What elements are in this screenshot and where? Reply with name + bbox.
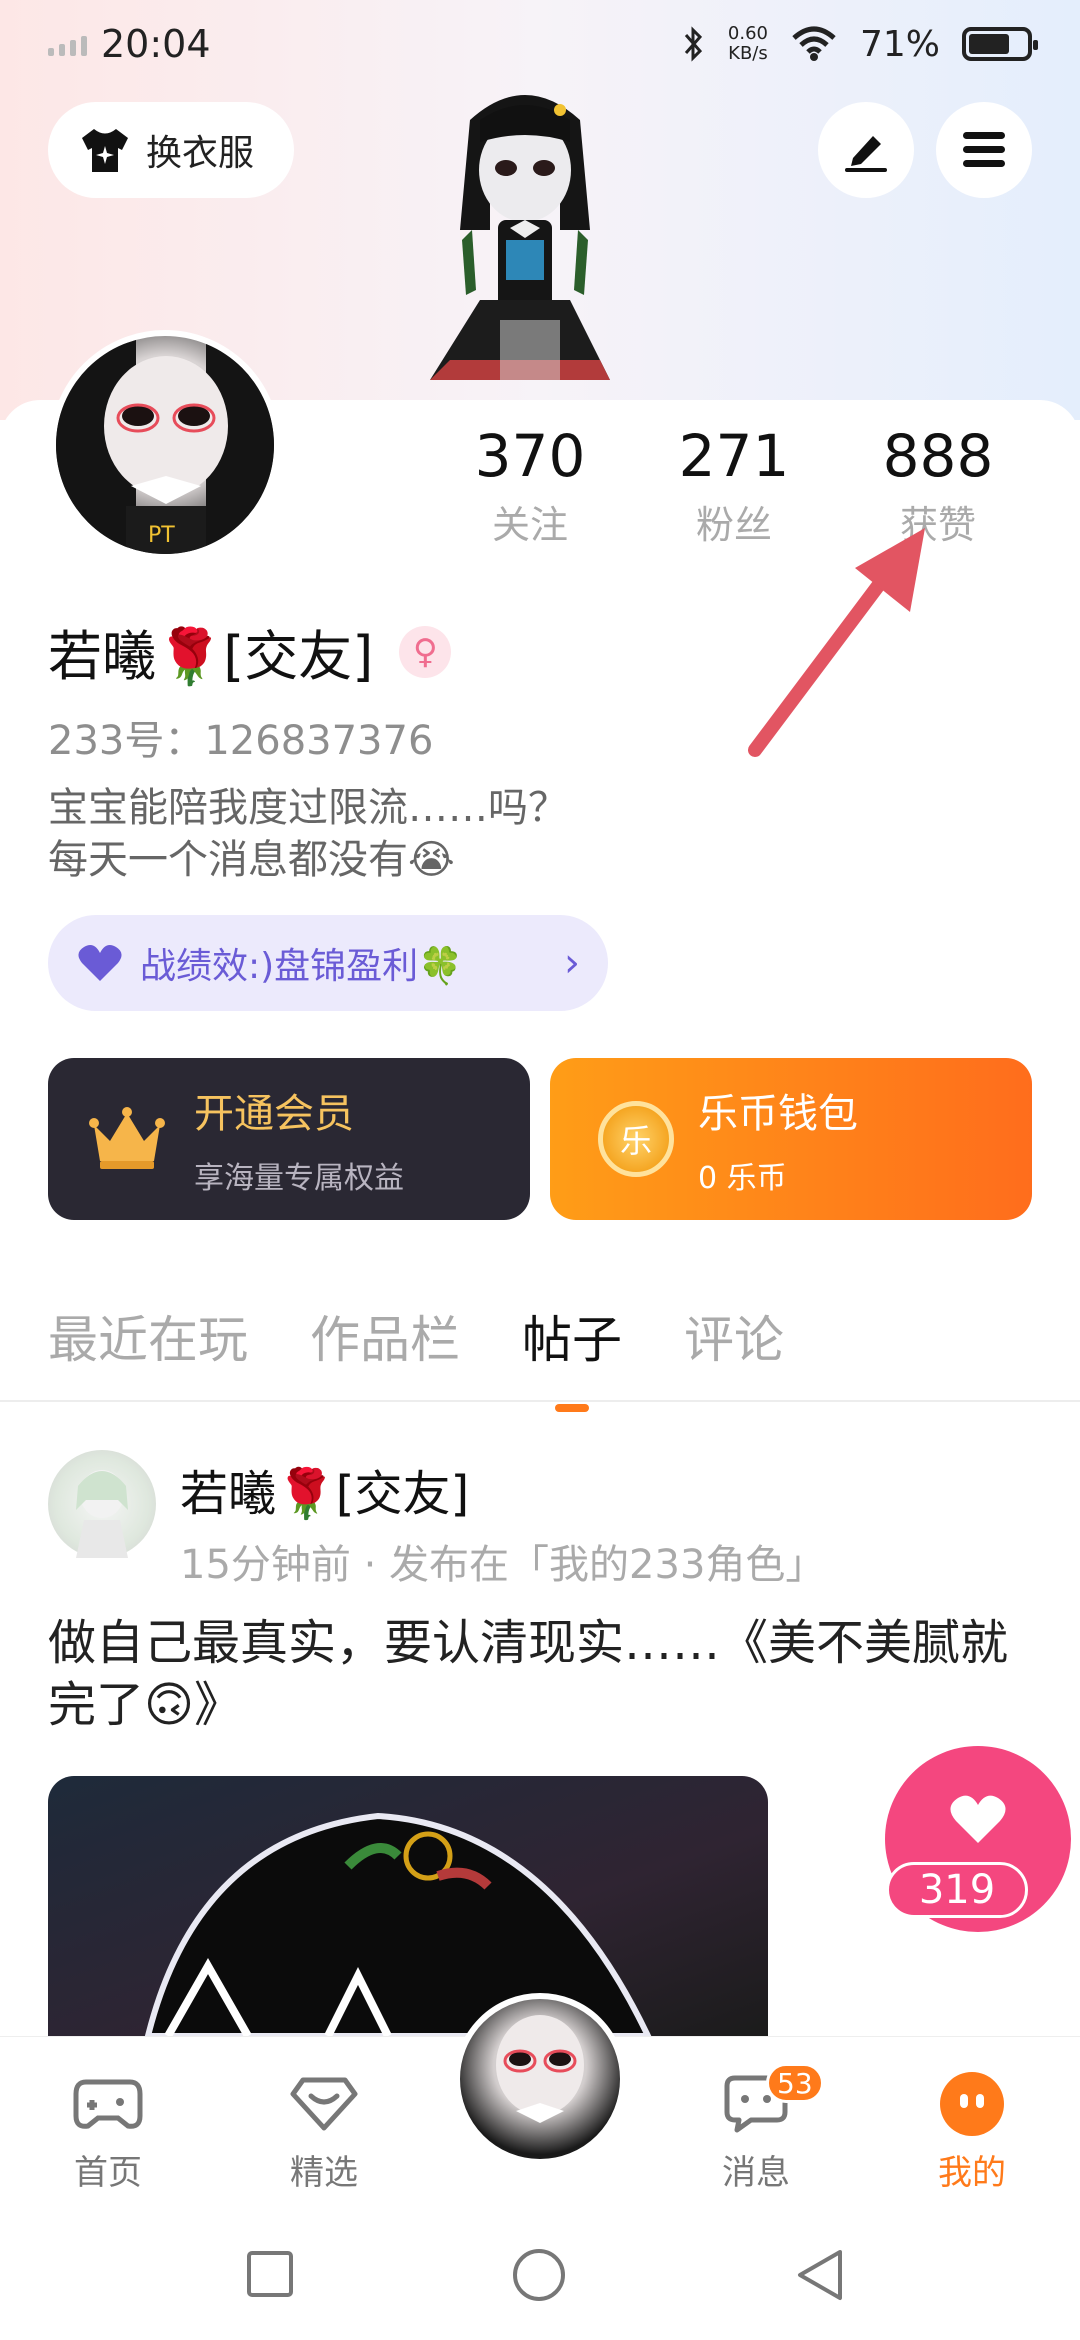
post-image[interactable] [48,1776,768,2036]
tab-works[interactable]: 作品栏 [310,1300,460,1372]
coin-icon: 乐 [598,1101,674,1177]
svg-text:PT: PT [148,523,175,548]
bio-line-2: 每天一个消息都没有😭 [48,837,455,883]
wallet-title: 乐币钱包 [698,1091,858,1137]
status-time: 20:04 [101,22,211,66]
nickname-text: 若曦🌹[交友] [48,625,374,688]
nav-messages-label: 消息 [722,2153,790,2193]
nav-messages[interactable]: 53 消息 [686,2063,826,2194]
net-speed: 0.60 KB/s [727,23,768,64]
female-gender-icon: ♀ [399,625,452,678]
nav-mine[interactable]: 我的 [902,2069,1042,2194]
stat-following-count: 370 [474,422,586,490]
nav-home[interactable]: 首页 [38,2069,178,2194]
bluetooth-icon [684,26,702,62]
post-avatar-image [76,1470,128,1558]
profile-nickname: 若曦🌹[交友] ♀ [48,612,452,691]
nav-mine-label: 我的 [938,2153,1006,2193]
profile-face-icon [940,2072,1004,2136]
change-outfit-label: 换衣服 [146,133,255,174]
divider [0,1400,1080,1402]
wallet-balance: 0 乐币 [698,1161,787,1196]
nav-featured[interactable]: 精选 [254,2069,394,2194]
stat-following[interactable]: 370 关注 [428,422,632,549]
crown-icon [89,1107,165,1169]
back-triangle-icon[interactable] [794,2248,846,2302]
pen-icon [845,136,887,172]
tab-recently-played[interactable]: 最近在玩 [48,1300,248,1372]
signal-icon [48,32,87,56]
bottom-nav: 首页 精选 53 消息 我的 [0,1993,1080,2210]
messages-badge: 53 [766,2063,824,2103]
stat-likes-count: 888 [882,422,994,490]
vip-subtitle: 享海量专属权益 [194,1161,404,1196]
gamepad-icon [73,2079,143,2129]
diamond-heart-icon [290,2077,358,2131]
avatar-character-image[interactable] [410,80,640,420]
post-author-name[interactable]: 若曦🌹[交友] [180,1454,469,1524]
profile-stats: 370 关注 271 粉丝 888 获赞 [428,422,1040,549]
nav-home-label: 首页 [74,2153,142,2193]
stat-followers-count: 271 [678,422,790,490]
home-circle-icon[interactable] [512,2248,566,2302]
menu-icon [963,132,1005,167]
nav-avatar-center[interactable] [454,1993,626,2165]
user-id[interactable]: 233号：126837376 [48,708,433,766]
wallet-card[interactable]: 乐 乐币钱包 0 乐币 [550,1058,1032,1220]
tab-posts[interactable]: 帖子 [522,1300,622,1372]
nav-featured-label: 精选 [290,2153,358,2193]
chevron-right-icon: › [564,940,580,986]
post-meta: 15分钟前 · 发布在「我的233角色」 [180,1542,826,1588]
vip-title: 开通会员 [194,1091,354,1137]
post-image-content [144,1812,652,2036]
post-author-avatar[interactable] [48,1450,156,1558]
shirt-icon [82,129,128,172]
recent-apps-icon[interactable] [246,2250,294,2298]
profile-tabs: 最近在玩 作品栏 帖子 评论 [48,1300,784,1372]
battery-icon [962,27,1038,61]
change-outfit-button[interactable]: 换衣服 [48,102,294,198]
status-bar: 20:04 0.60 KB/s 71% [0,0,1080,88]
stat-following-label: 关注 [491,503,568,547]
heart-icon [78,945,122,981]
post-text[interactable]: 做自己最真实，要认清现实……《美不美腻就完了🙃》 [48,1612,1038,1736]
heart-icon [950,1795,1006,1843]
tab-comments[interactable]: 评论 [684,1300,784,1372]
wifi-icon [792,26,836,61]
annotation-arrow [748,528,925,757]
bio-line-1: 宝宝能陪我度过限流……吗？ [48,785,568,831]
center-avatar-image [496,2015,584,2123]
profile-avatar[interactable]: PT [50,330,280,560]
profile-bio: 宝宝能陪我度过限流……吗？ 每天一个消息都没有😭 [48,782,748,886]
menu-button[interactable] [936,102,1032,198]
battery-percent: 71% [859,23,940,65]
edit-profile-button[interactable] [818,102,914,198]
avatar-face-image: PT [56,336,274,554]
game-record-button[interactable]: 战绩效:)盘锦盈利🍀 › [48,915,608,1011]
vip-membership-card[interactable]: 开通会员 享海量专属权益 [48,1058,530,1220]
system-nav-bar [0,2210,1080,2340]
game-record-label: 战绩效:)盘锦盈利🍀 [140,946,463,987]
like-count: 319 [886,1862,1028,1918]
